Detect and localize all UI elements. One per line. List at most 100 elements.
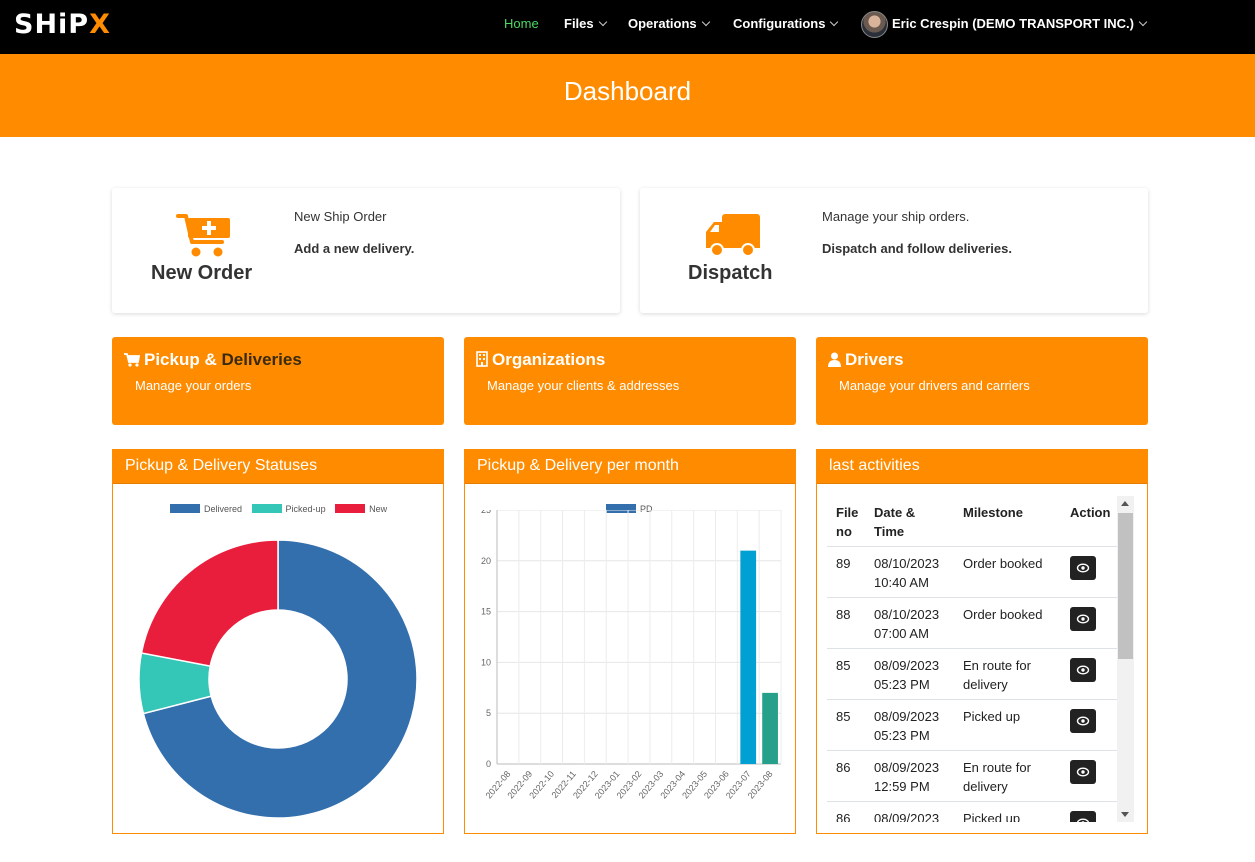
shipx-logo[interactable]: SHiPX xyxy=(14,9,111,40)
y-tick-label: 10 xyxy=(481,657,491,667)
cell-milestone: Order booked xyxy=(954,546,1061,598)
scrollbar-thumb[interactable] xyxy=(1118,513,1133,659)
statuses-panel: Pickup & Delivery Statuses Delivered Pic… xyxy=(112,449,444,834)
cell-milestone: Picked up xyxy=(954,699,1061,751)
cell-file-no: 86 xyxy=(827,801,865,822)
nav-files[interactable]: Files xyxy=(564,16,607,31)
eye-icon xyxy=(1076,563,1090,573)
y-tick-label: 0 xyxy=(486,759,491,769)
nav-user-menu[interactable]: Eric Crespin (DEMO TRANSPORT INC.) xyxy=(892,16,1148,31)
building-icon xyxy=(476,351,488,367)
view-button[interactable] xyxy=(1070,709,1096,733)
cell-milestone: Picked up xyxy=(954,801,1061,822)
nav-home[interactable]: Home xyxy=(504,16,539,31)
new-order-title: New Order xyxy=(151,262,253,284)
chevron-down-icon xyxy=(1138,17,1148,27)
cell-date-time: 08/09/2023 05:23 PM xyxy=(865,699,954,751)
activities-table-wrapper[interactable]: File no Date & Time Milestone Action 89 0… xyxy=(827,496,1135,822)
activities-scrollbar[interactable] xyxy=(1117,496,1134,822)
nav-configurations[interactable]: Configurations xyxy=(733,16,839,31)
cell-date-time: 08/10/2023 07:00 AM xyxy=(865,597,954,649)
table-row: 89 08/10/2023 10:40 AM Order booked xyxy=(827,546,1117,598)
new-order-card[interactable]: New Order New Ship Order Add a new deliv… xyxy=(112,188,620,313)
bar-2023-07[interactable] xyxy=(740,550,757,764)
cart-plus-icon xyxy=(176,214,230,257)
per-month-panel: Pickup & Delivery per month PD 0 5 10 15 20 2… xyxy=(464,449,796,834)
y-tick-label: 25 xyxy=(481,510,491,515)
organizations-subtitle: Manage your clients & addresses xyxy=(487,378,680,393)
cell-action xyxy=(1061,801,1117,822)
table-row: 86 08/09/2023 12:59 PM En route for deliver… xyxy=(827,750,1117,802)
cart-icon xyxy=(124,353,140,367)
page-title: Dashboard xyxy=(563,76,692,106)
pickup-deliveries-subtitle: Manage your orders xyxy=(135,378,252,393)
scroll-down-icon[interactable] xyxy=(1121,812,1129,817)
cell-date-time: 08/09/202312:58 PM xyxy=(865,801,954,822)
cell-file-no: 85 xyxy=(827,699,865,751)
cell-milestone: En route for delivery xyxy=(954,648,1061,700)
cell-file-no: 86 xyxy=(827,750,865,802)
cell-file-no: 85 xyxy=(827,648,865,700)
table-row: 8608/09/202312:58 PMPicked up xyxy=(827,801,1117,822)
view-button[interactable] xyxy=(1070,607,1096,631)
activities-panel-title: last activities xyxy=(829,457,920,474)
chevron-down-icon xyxy=(830,17,839,27)
y-tick-label: 20 xyxy=(481,556,491,566)
donut-legend: Delivered Picked-up New xyxy=(170,504,394,514)
col-file-no: File no xyxy=(827,496,865,547)
statuses-panel-title: Pickup & Delivery Statuses xyxy=(125,457,318,474)
cell-action xyxy=(1061,648,1117,700)
bar-2023-08[interactable] xyxy=(762,692,778,764)
eye-icon xyxy=(1076,716,1090,726)
legend-delivered[interactable]: Delivered xyxy=(170,504,242,514)
drivers-title: Drivers xyxy=(828,350,904,370)
new-order-subtitle: New Ship Order xyxy=(294,209,387,224)
cell-file-no: 88 xyxy=(827,597,865,649)
view-button[interactable] xyxy=(1070,811,1096,822)
view-button[interactable] xyxy=(1070,556,1096,580)
slice-new[interactable] xyxy=(140,539,279,667)
user-icon xyxy=(828,352,841,367)
activities-table: File no Date & Time Milestone Action 89 0… xyxy=(827,496,1117,822)
eye-icon xyxy=(1076,818,1090,822)
organizations-tile[interactable]: Organizations Manage your clients & addr… xyxy=(464,337,796,425)
nav-operations[interactable]: Operations xyxy=(628,16,710,31)
drivers-tile[interactable]: Drivers Manage your drivers and carriers xyxy=(816,337,1148,425)
user-avatar[interactable] xyxy=(861,11,888,38)
status-donut-chart xyxy=(138,539,418,819)
chevron-down-icon xyxy=(701,17,710,27)
cell-action xyxy=(1061,546,1117,598)
col-action: Action xyxy=(1061,496,1117,547)
organizations-title: Organizations xyxy=(476,350,605,370)
view-button[interactable] xyxy=(1070,658,1096,682)
monthly-bar-chart: 05101520252022-082022-092022-102022-1120… xyxy=(481,510,782,801)
cell-date-time: 08/09/2023 12:59 PM xyxy=(865,750,954,802)
cell-file-no: 89 xyxy=(827,546,865,598)
per-month-panel-title: Pickup & Delivery per month xyxy=(477,457,679,474)
dispatch-description: Dispatch and follow deliveries. xyxy=(822,241,1012,256)
col-date-time: Date & Time xyxy=(865,496,954,547)
legend-picked-up[interactable]: Picked-up xyxy=(251,504,326,514)
per-month-panel-header: Pickup & Delivery per month xyxy=(465,450,795,484)
cell-action xyxy=(1061,750,1117,802)
top-navbar: SHiPX Home Files Operations Configuratio… xyxy=(0,0,1255,54)
cell-milestone: En route for delivery xyxy=(954,750,1061,802)
cell-action xyxy=(1061,699,1117,751)
y-tick-label: 5 xyxy=(486,708,491,718)
scroll-up-icon[interactable] xyxy=(1121,501,1129,506)
table-row: 88 08/10/2023 07:00 AM Order booked xyxy=(827,597,1117,649)
dispatch-card[interactable]: Dispatch Manage your ship orders. Dispat… xyxy=(640,188,1148,313)
view-button[interactable] xyxy=(1070,760,1096,784)
cell-date-time: 08/10/2023 10:40 AM xyxy=(865,546,954,598)
activities-panel: last activities File no Date & Time Mile… xyxy=(816,449,1148,834)
col-milestone: Milestone xyxy=(954,496,1061,547)
chevron-down-icon xyxy=(598,17,607,27)
dashboard-banner: Dashboard xyxy=(0,54,1255,137)
cell-action xyxy=(1061,597,1117,649)
eye-icon xyxy=(1076,614,1090,624)
pickup-deliveries-tile[interactable]: Pickup & Deliveries Manage your orders xyxy=(112,337,444,425)
dispatch-subtitle: Manage your ship orders. xyxy=(822,209,970,224)
legend-new[interactable]: New xyxy=(335,504,387,514)
dispatch-title: Dispatch xyxy=(688,262,773,284)
table-header-row: File no Date & Time Milestone Action xyxy=(827,496,1117,547)
